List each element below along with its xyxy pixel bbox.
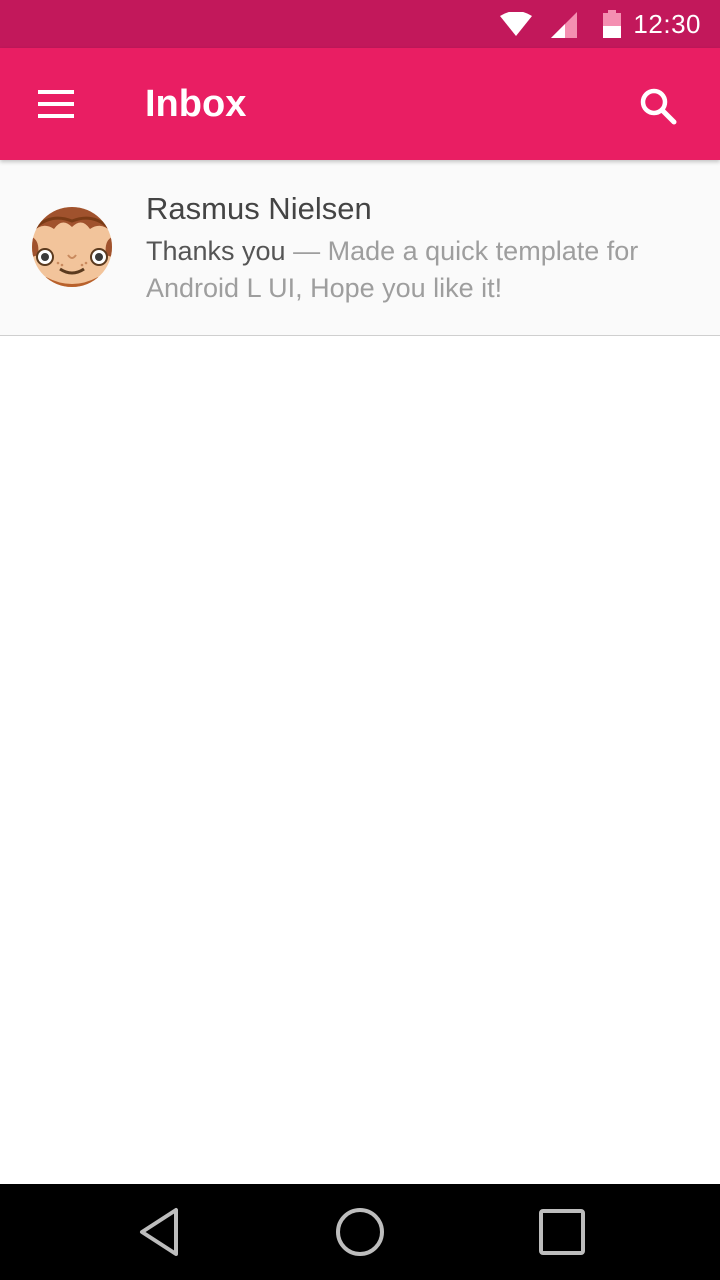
navigation-bar bbox=[0, 1184, 720, 1280]
wifi-icon bbox=[500, 12, 532, 36]
status-clock: 12:30 bbox=[633, 9, 701, 39]
message-list-item[interactable]: Rasmus Nielsen Thanks you — Made a quick… bbox=[0, 160, 720, 336]
search-button[interactable] bbox=[630, 78, 686, 134]
avatar[interactable] bbox=[32, 207, 112, 287]
menu-button[interactable] bbox=[24, 76, 88, 132]
back-button[interactable] bbox=[130, 1202, 190, 1262]
recents-button[interactable] bbox=[532, 1202, 592, 1262]
phone-screen: 12:30 Inbox Rasmus Nielsen Thanks you — … bbox=[0, 0, 720, 1280]
home-button[interactable] bbox=[330, 1202, 390, 1262]
app-bar: Inbox bbox=[0, 48, 720, 160]
message-preview: Thanks you — Made a quick template for A… bbox=[146, 233, 666, 307]
message-separator: — bbox=[285, 236, 328, 266]
cell-signal-icon bbox=[551, 12, 577, 38]
battery-icon bbox=[603, 10, 621, 38]
back-icon bbox=[140, 1208, 178, 1256]
page-title: Inbox bbox=[145, 83, 247, 125]
recents-icon bbox=[539, 1209, 585, 1255]
message-sender: Rasmus Nielsen bbox=[146, 191, 372, 226]
home-icon bbox=[336, 1208, 384, 1256]
search-icon bbox=[640, 88, 677, 125]
message-list: Rasmus Nielsen Thanks you — Made a quick… bbox=[0, 160, 720, 336]
message-subject: Thanks you bbox=[146, 236, 286, 266]
status-bar: 12:30 bbox=[0, 0, 720, 48]
